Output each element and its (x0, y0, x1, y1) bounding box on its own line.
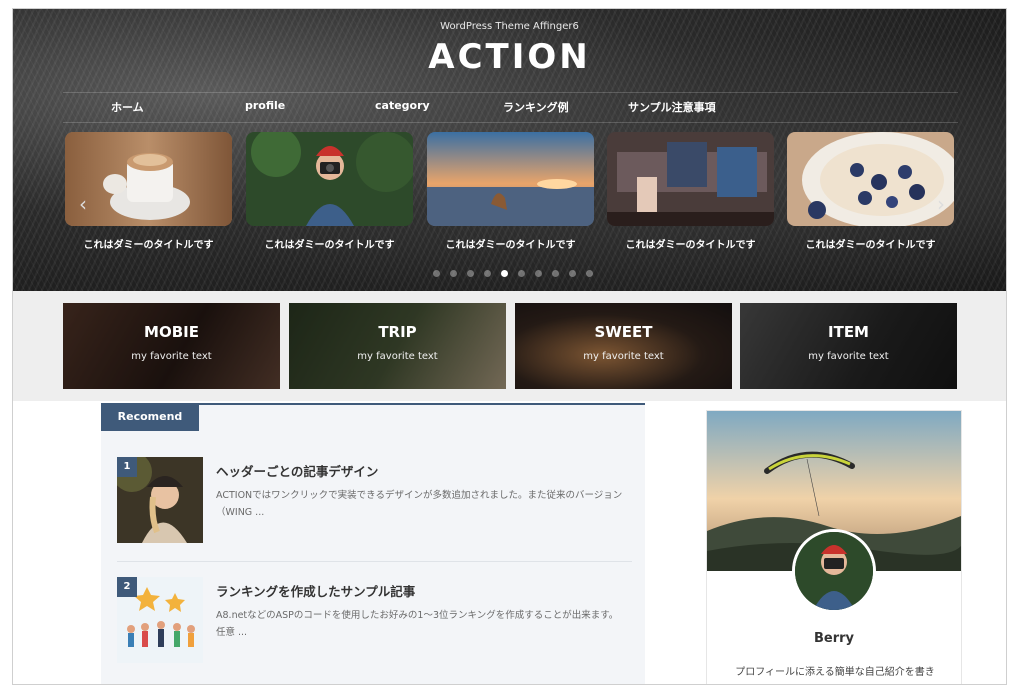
nav-item-notes[interactable]: サンプル注意事項 (628, 99, 716, 115)
page-frame: WordPress Theme Affinger6 ACTION ホーム pro… (12, 8, 1007, 685)
divider (117, 561, 632, 562)
pagination-dot[interactable] (518, 270, 525, 277)
slide-title: これはダミーのタイトルです (625, 240, 756, 251)
nav-item-profile[interactable]: profile (245, 99, 285, 112)
avatar[interactable] (792, 529, 876, 613)
category-title: TRIP (378, 323, 417, 341)
profile-card: Berry プロフィールに添える簡単な自己紹介を書き (706, 410, 962, 684)
article-excerpt: A8.netなどのASPのコードを使用したお好みの1～3位ランキングを作成するこ… (216, 610, 619, 638)
category-card-trip[interactable]: TRIP my favorite text (289, 303, 506, 389)
camera-girl-photo (246, 132, 413, 226)
slide-card[interactable]: これはダミーのタイトルです (427, 132, 594, 251)
nav-item-ranking[interactable]: ランキング例 (503, 99, 569, 115)
category-card-item[interactable]: ITEM my favorite text (740, 303, 957, 389)
pagination-dot[interactable] (433, 270, 440, 277)
pagination-dot-active[interactable] (501, 270, 508, 277)
rank-number: 1 (117, 457, 137, 477)
coffee-cup-photo (65, 132, 232, 226)
article-excerpt: ACTIONではワンクリックで実装できるデザインが多数追加されました。また従来の… (216, 490, 623, 518)
ranking-item[interactable]: 1 ヘッダーごとの記事デザイン ACTIONではワンクリックで実装できるデザイン… (117, 457, 632, 547)
nav-item-category[interactable]: category (375, 99, 430, 112)
slide-card[interactable]: これはダミーのタイトルです (787, 132, 954, 251)
rank-number: 2 (117, 577, 137, 597)
category-card-sweet[interactable]: SWEET my favorite text (515, 303, 732, 389)
slide-card[interactable]: これはダミーのタイトルです (246, 132, 413, 251)
dog-beach-sunset-photo (427, 132, 594, 226)
slide-title: これはダミーのタイトルです (83, 240, 214, 251)
site-logo[interactable]: ACTION (13, 37, 1006, 77)
profile-name: Berry (813, 631, 855, 646)
pagination-dot[interactable] (552, 270, 559, 277)
recommend-section: Recomend 1 ヘッダーごとの記事デザイン ACTIONではワンクリックで… (101, 403, 645, 684)
pagination-dot[interactable] (467, 270, 474, 277)
slide-card[interactable]: これはダミーのタイトルです (65, 132, 232, 251)
slide-title: これはダミーのタイトルです (445, 240, 576, 251)
slide-title: これはダミーのタイトルです (264, 240, 395, 251)
pagination-dot[interactable] (569, 270, 576, 277)
article-title[interactable]: ヘッダーごとの記事デザイン (216, 461, 378, 480)
hero-header: WordPress Theme Affinger6 ACTION ホーム pro… (13, 9, 1006, 291)
category-title: ITEM (828, 323, 869, 341)
category-title: MOBIE (144, 323, 199, 341)
site-tagline: WordPress Theme Affinger6 (440, 21, 579, 32)
couple-sofa-photo (607, 132, 774, 226)
pagination-dot[interactable] (450, 270, 457, 277)
category-title: SWEET (594, 323, 653, 341)
article-title[interactable]: ランキングを作成したサンプル記事 (216, 581, 415, 600)
nav-item-home[interactable]: ホーム (111, 99, 144, 115)
chevron-left-icon[interactable]: ‹ (79, 192, 87, 216)
main-content: Recomend 1 ヘッダーごとの記事デザイン ACTIONではワンクリックで… (13, 401, 1006, 684)
category-band: MOBIE my favorite text TRIP my favorite … (13, 291, 1006, 401)
ranking-item[interactable]: 2 ランキングを作成したサンプル記事 A8.netなどのASPのコードを使用した… (117, 577, 632, 667)
blueberry-yogurt-photo (787, 132, 954, 226)
featured-slider: これはダミーのタイトルです これはダミーのタイトルです これはダミーのタイトルで… (65, 132, 955, 267)
category-card-mobie[interactable]: MOBIE my favorite text (63, 303, 280, 389)
nav-bottom-rule (63, 122, 958, 123)
pagination-dot[interactable] (586, 270, 593, 277)
category-subtitle: my favorite text (131, 351, 212, 362)
recommend-tab: Recomend (101, 403, 199, 431)
category-subtitle: my favorite text (583, 351, 664, 362)
slide-title: これはダミーのタイトルです (805, 240, 936, 251)
pagination-dot[interactable] (484, 270, 491, 277)
category-subtitle: my favorite text (808, 351, 889, 362)
chevron-right-icon[interactable]: › (937, 192, 945, 216)
profile-bio: プロフィールに添える簡単な自己紹介を書き (735, 667, 935, 678)
slide-card[interactable]: これはダミーのタイトルです (607, 132, 774, 251)
global-nav: ホーム profile category ランキング例 サンプル注意事項 (63, 92, 958, 122)
category-subtitle: my favorite text (357, 351, 438, 362)
pagination-dot[interactable] (535, 270, 542, 277)
